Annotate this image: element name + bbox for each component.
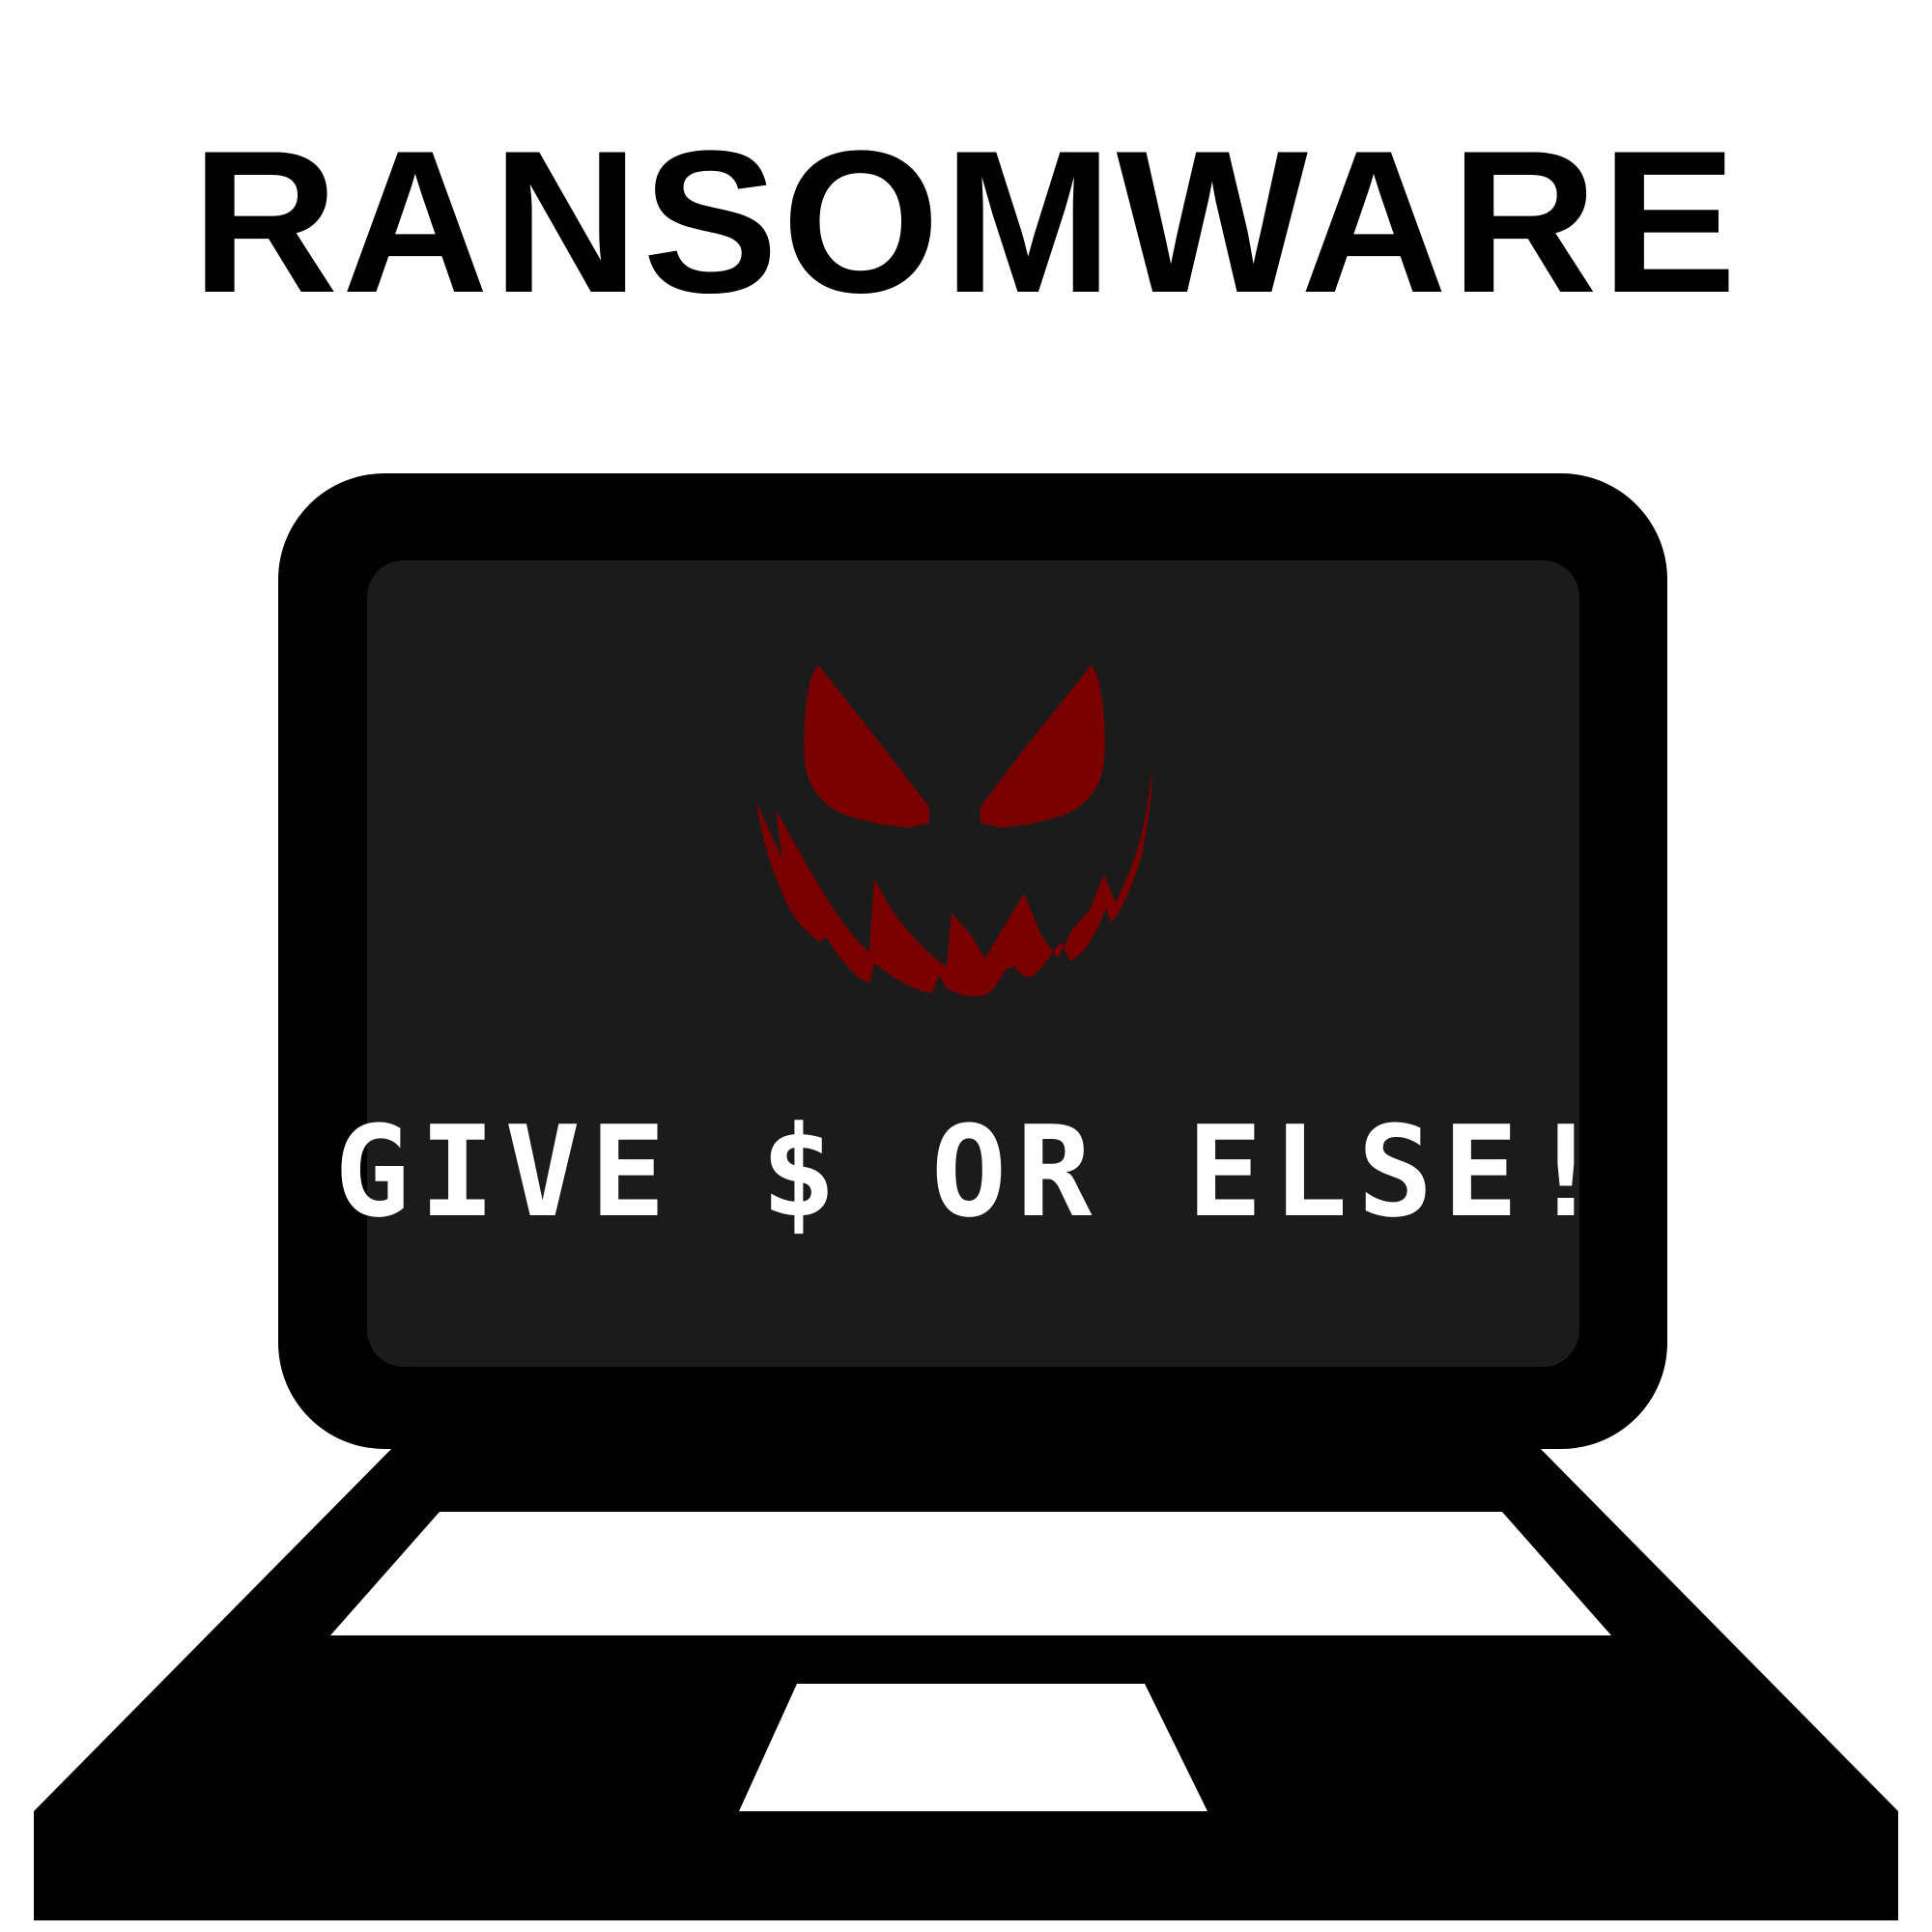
trackpad <box>739 1684 1208 1811</box>
keyboard-area <box>330 1512 1611 1635</box>
laptop-icon: GIVE $ OR ELSE! <box>34 473 1898 1920</box>
ransom-message: GIVE $ OR ELSE! <box>334 1098 1613 1245</box>
